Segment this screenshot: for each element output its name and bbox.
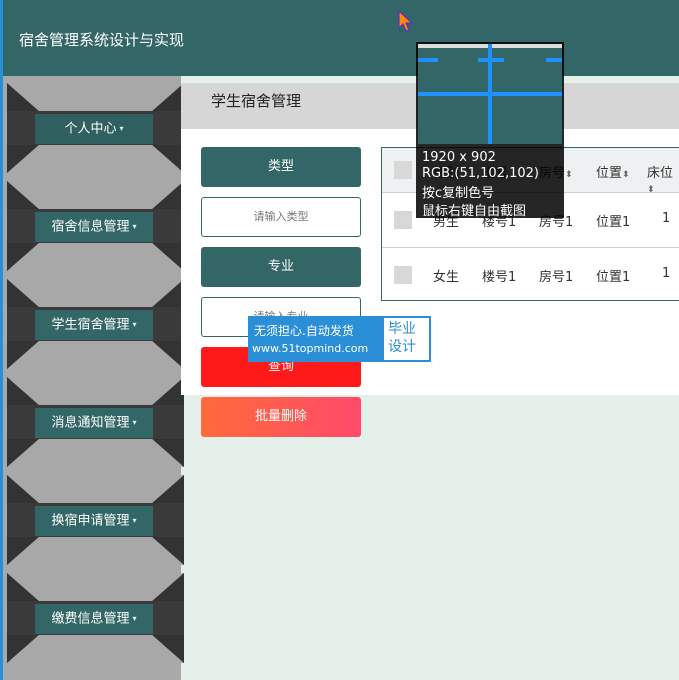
cell-bed: 1 bbox=[662, 266, 671, 281]
major-label: 专业 bbox=[201, 247, 361, 287]
table-row[interactable]: 女生 楼号1 房号1 位置1 1 bbox=[382, 247, 679, 302]
app-title: 宿舍管理系统设计与实现 bbox=[19, 31, 185, 49]
sidebar-item-label: 个人中心 bbox=[64, 121, 117, 137]
cell-position: 位置1 bbox=[596, 215, 631, 230]
sidebar-item-notifications[interactable]: 消息通知管理 ▾ bbox=[7, 377, 184, 467]
sidebar-item-label: 缴费信息管理 bbox=[51, 611, 130, 627]
color-picker-tooltip: 1920 x 902 RGB:(51,102,102) 按c复制色号 鼠标右键自… bbox=[416, 42, 564, 219]
watermark: 无须担心.自动发货 www.51topmind.com 毕业 设计 bbox=[248, 316, 431, 362]
capture-hint: 鼠标右键自由截图 bbox=[422, 204, 527, 219]
sidebar-item-dorm-change[interactable]: 换宿申请管理 ▾ bbox=[7, 475, 184, 565]
sidebar: 个人中心 ▾ 宿舍信息管理 ▾ 学生宿舍管理 ▾ 消息通知管理 ▾ 换宿申请管理 ▾ 缴费… bbox=[0, 76, 184, 680]
watermark-line1: 无须担心.自动发货 bbox=[254, 324, 354, 338]
cell-building: 楼号1 bbox=[482, 270, 517, 285]
sort-icon: ⬍ bbox=[622, 170, 630, 180]
cell-bed: 1 bbox=[662, 211, 671, 226]
page-title: 学生宿舍管理 bbox=[211, 92, 302, 110]
sidebar-item-label: 消息通知管理 bbox=[51, 415, 130, 431]
chevron-down-icon: ▾ bbox=[132, 516, 137, 525]
copy-hint: 按c复制色号 bbox=[422, 186, 495, 201]
chevron-down-icon: ▾ bbox=[119, 124, 124, 133]
watermark-right1: 毕业 bbox=[388, 321, 416, 337]
sidebar-item-student-dorm[interactable]: 学生宿舍管理 ▾ bbox=[7, 279, 184, 369]
sidebar-item-payments[interactable]: 缴费信息管理 ▾ bbox=[7, 573, 184, 663]
column-bed[interactable]: 床位⬍ bbox=[647, 162, 679, 196]
chevron-down-icon: ▾ bbox=[132, 614, 137, 623]
zoom-preview bbox=[418, 44, 562, 144]
sidebar-item-label: 宿舍信息管理 bbox=[51, 219, 130, 235]
select-all-checkbox[interactable] bbox=[394, 161, 412, 179]
cell-position: 位置1 bbox=[596, 270, 631, 285]
cell-gender: 女生 bbox=[433, 270, 460, 285]
sort-icon: ⬍ bbox=[565, 170, 573, 180]
rgb-text: RGB:(51,102,102) bbox=[422, 166, 539, 181]
watermark-right2: 设计 bbox=[388, 339, 416, 355]
mouse-cursor-icon bbox=[398, 10, 414, 32]
resolution-text: 1920 x 902 bbox=[422, 150, 496, 165]
chevron-down-icon: ▾ bbox=[132, 418, 137, 427]
batch-delete-button[interactable]: 批量删除 bbox=[201, 397, 361, 437]
row-checkbox[interactable] bbox=[394, 211, 412, 229]
sidebar-item-dorm-info[interactable]: 宿舍信息管理 ▾ bbox=[7, 181, 184, 271]
sidebar-item-personal-center[interactable]: 个人中心 ▾ bbox=[7, 83, 184, 173]
type-label: 类型 bbox=[201, 147, 361, 187]
chevron-down-icon: ▾ bbox=[132, 222, 137, 231]
watermark-line2: www.51topmind.com bbox=[252, 342, 369, 355]
chevron-down-icon: ▾ bbox=[132, 320, 137, 329]
top-header: 宿舍管理系统设计与实现 bbox=[0, 0, 679, 76]
row-checkbox[interactable] bbox=[394, 266, 412, 284]
sidebar-item-label: 换宿申请管理 bbox=[51, 513, 130, 529]
cell-room: 房号1 bbox=[539, 270, 574, 285]
column-position[interactable]: 位置⬍ bbox=[596, 162, 630, 181]
type-input[interactable]: 请输入类型 bbox=[201, 197, 361, 237]
sidebar-item-label: 学生宿舍管理 bbox=[51, 317, 130, 333]
